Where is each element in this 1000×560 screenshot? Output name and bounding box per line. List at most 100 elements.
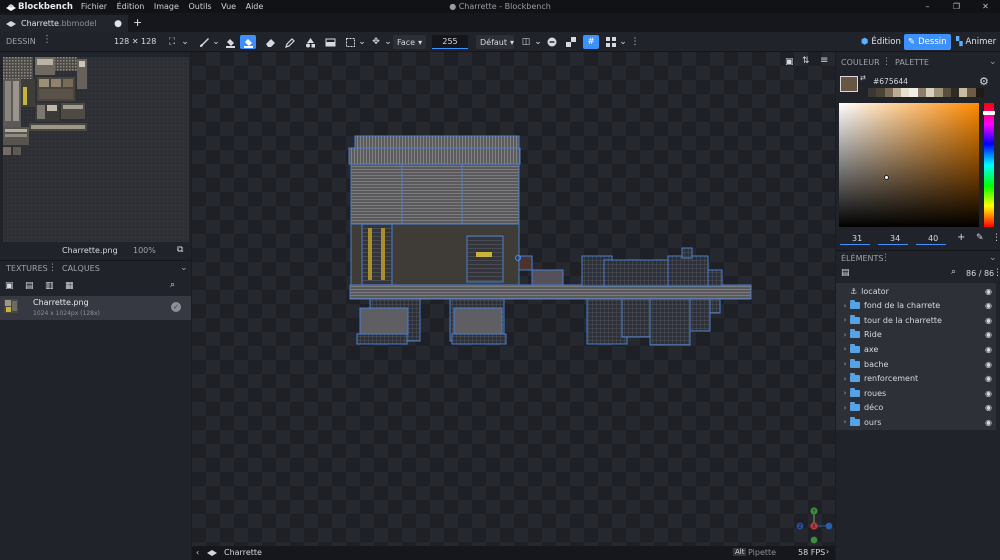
palette-strip[interactable] xyxy=(868,88,984,97)
unsaved-indicator[interactable]: ● xyxy=(114,19,122,29)
collapse-chevron-icon[interactable]: ⌄ xyxy=(180,263,188,273)
import-texture-icon[interactable]: ▣ xyxy=(5,281,14,291)
palette-swatch[interactable] xyxy=(909,88,918,97)
color-fill-icon[interactable] xyxy=(240,35,256,49)
visibility-eye-icon[interactable]: ◉ xyxy=(985,418,992,427)
saturation-value-picker[interactable] xyxy=(839,103,979,227)
eyedropper-icon[interactable]: ✎ xyxy=(976,233,984,243)
expand-chevron-icon[interactable]: › xyxy=(840,375,850,383)
create-texture-icon[interactable]: ▤ xyxy=(25,281,34,291)
mode-animer[interactable]: ▚ Animer xyxy=(952,34,1000,50)
outliner-group[interactable]: › fond de la charrete ◉ xyxy=(836,299,996,313)
palette-swatch[interactable] xyxy=(959,88,968,97)
palette-swatch[interactable] xyxy=(884,88,893,97)
more-icon[interactable]: ⋮ xyxy=(992,233,1000,243)
more-options-icon[interactable]: ⋮ xyxy=(42,34,52,45)
eyedropper-icon[interactable] xyxy=(282,35,298,49)
fill-bucket-icon[interactable] xyxy=(222,35,238,49)
color-value-3[interactable]: 40 xyxy=(928,234,938,243)
gradient-icon[interactable] xyxy=(322,35,338,49)
tab-charrette[interactable]: Charrette .bbmodel ● xyxy=(0,15,128,32)
visibility-eye-icon[interactable]: ◉ xyxy=(985,374,992,383)
menu-outils[interactable]: Outils xyxy=(188,2,211,11)
palette-swatch[interactable] xyxy=(942,88,951,97)
palette-swatch[interactable] xyxy=(934,88,943,97)
color-value-1[interactable]: 31 xyxy=(852,234,862,243)
expand-chevron-icon[interactable]: › xyxy=(840,418,850,426)
palette-swatch[interactable] xyxy=(925,88,935,97)
outliner-locator[interactable]: ⚓ locator ◉ xyxy=(836,284,996,298)
menu-aide[interactable]: Aide xyxy=(246,2,264,11)
eraser-icon[interactable] xyxy=(262,35,278,49)
tab-textures[interactable]: TEXTURES xyxy=(6,264,48,273)
palette-swatch[interactable] xyxy=(975,88,984,97)
face-select[interactable]: Face ▾ xyxy=(393,35,426,49)
expand-chevron-icon[interactable]: › xyxy=(840,360,850,368)
mode-dessin[interactable]: ✎ Dessin xyxy=(904,34,951,50)
outliner-group[interactable]: › Ride ◉ xyxy=(836,328,996,342)
add-color-icon[interactable]: + xyxy=(957,232,965,243)
outliner-group[interactable]: › axe ◉ xyxy=(836,342,996,356)
collapse-chevron-icon[interactable]: ⌄ xyxy=(989,57,997,67)
3d-viewport[interactable]: ▣ ⇅ ≡ Y X Z xyxy=(192,52,835,546)
expand-chevron-icon[interactable]: › xyxy=(840,389,850,397)
tab-palette[interactable]: PALETTE xyxy=(895,58,929,67)
search-icon[interactable]: ⌕ xyxy=(951,267,956,277)
palette-swatch[interactable] xyxy=(917,88,926,97)
visibility-eye-icon[interactable]: ◉ xyxy=(985,345,992,354)
minimize-icon[interactable]: – xyxy=(913,0,942,13)
menu-vue[interactable]: Vue xyxy=(221,2,236,11)
color-cursor[interactable] xyxy=(884,175,889,180)
menu-edition[interactable]: Édition xyxy=(117,2,145,11)
more-icon[interactable]: ⋮ xyxy=(993,268,1000,278)
checkerboard-icon[interactable] xyxy=(563,35,579,49)
hex-value[interactable]: #675644 xyxy=(873,77,908,86)
tab-calques[interactable]: CALQUES xyxy=(62,264,100,273)
outliner-group[interactable]: › ours ◉ xyxy=(836,415,996,429)
expand-chevron-icon[interactable]: › xyxy=(840,302,850,310)
mode-edition[interactable]: ⬢ Édition xyxy=(857,34,905,50)
visibility-eye-icon[interactable]: ◉ xyxy=(985,301,992,310)
chevron-right-icon[interactable]: › xyxy=(826,547,829,556)
palette-swatch[interactable] xyxy=(876,88,885,97)
outliner-group[interactable]: › déco ◉ xyxy=(836,401,996,415)
new-tab-button[interactable]: + xyxy=(133,16,142,29)
menu-image[interactable]: Image xyxy=(154,2,179,11)
expand-chevron-icon[interactable]: › xyxy=(840,345,850,353)
collapse-chevron-icon[interactable]: ⌄ xyxy=(989,253,997,263)
outliner-group[interactable]: › tour de la charrette ◉ xyxy=(836,313,996,327)
expand-chevron-icon[interactable]: › xyxy=(840,404,850,412)
copy-icon[interactable]: ⧉ xyxy=(177,245,183,255)
grid-toggle-icon[interactable]: # xyxy=(583,35,599,49)
tab-couleur[interactable]: COULEUR xyxy=(841,58,880,67)
expand-chevron-icon[interactable]: › xyxy=(840,316,850,324)
outliner-group[interactable]: › renforcement ◉ xyxy=(836,372,996,386)
outliner-group[interactable]: › bache ◉ xyxy=(836,357,996,371)
swap-colors-icon[interactable]: ⇄ xyxy=(860,74,866,82)
close-window-icon[interactable]: ✕ xyxy=(971,0,1000,13)
shapes-icon[interactable] xyxy=(302,35,318,49)
current-color-swatch[interactable] xyxy=(840,76,858,92)
chevron-left-icon[interactable]: ‹ xyxy=(196,548,199,557)
add-group-icon[interactable]: ▤ xyxy=(841,268,850,278)
textures-menu-icon[interactable]: ⋮ xyxy=(48,263,57,273)
hue-slider[interactable] xyxy=(983,103,995,227)
hue-handle[interactable] xyxy=(983,111,995,115)
elements-menu-icon[interactable]: ⋮ xyxy=(881,253,890,263)
texture-check-icon[interactable]: ✓ xyxy=(171,302,181,312)
palette-swatch[interactable] xyxy=(892,88,902,97)
visibility-eye-icon[interactable]: ◉ xyxy=(985,287,992,296)
visibility-eye-icon[interactable]: ◉ xyxy=(985,389,992,398)
visibility-eye-icon[interactable]: ◉ xyxy=(985,403,992,412)
expand-chevron-icon[interactable]: › xyxy=(840,331,850,339)
restore-icon[interactable]: ❐ xyxy=(942,0,971,13)
more-tools-icon[interactable]: ⋮ xyxy=(627,35,643,49)
color-menu-icon[interactable]: ⋮ xyxy=(882,57,891,67)
palette-swatch[interactable] xyxy=(868,88,877,97)
palette-swatch[interactable] xyxy=(967,88,976,97)
search-icon[interactable]: ⌕ xyxy=(170,280,175,290)
uv-editor[interactable] xyxy=(3,57,189,242)
texture-list-item[interactable]: Charrette.png 1024 x 1024px (128x) ✓ xyxy=(0,296,191,320)
remove-icon[interactable] xyxy=(544,35,560,49)
menu-fichier[interactable]: Fichier xyxy=(81,2,107,11)
